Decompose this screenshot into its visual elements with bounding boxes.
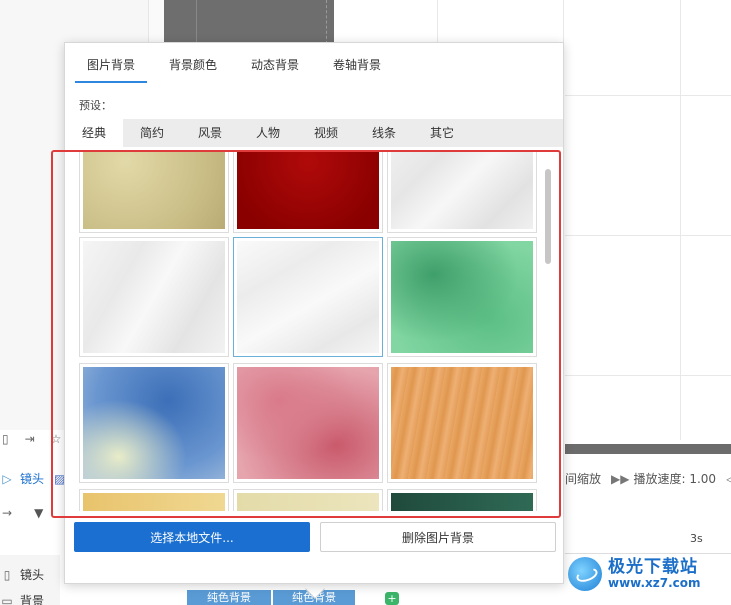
bg-icon: ▭ [1,593,13,605]
frame-icon[interactable]: ▯ [2,432,9,446]
grid-line [565,375,731,376]
thumbnail-white-polygon[interactable] [387,151,537,233]
thumbnail-green-watercolor[interactable] [387,237,537,357]
thumbnail-grid [65,151,563,511]
thumbnail-light-gray-polygon[interactable] [79,237,229,357]
delete-image-background-button[interactable]: 删除图片背景 [320,522,556,552]
speed-label[interactable]: 播放速度: 1.00 [633,470,716,487]
thumbnail-yellow-partial[interactable] [79,489,229,511]
tab-image-background[interactable]: 图片背景 [75,51,148,83]
tab-classic[interactable]: 经典 [65,119,123,147]
thumbnail-dark-red[interactable] [233,151,383,233]
camera-icon: ▯ [3,567,11,582]
watermark: 极光下载站 www.xz7.com [568,550,731,598]
watermark-logo-icon [568,557,602,591]
left-toolbar: ▯ ⇥ ☆ [2,432,61,446]
grid-scrollbar-thumb[interactable] [545,169,551,264]
pin-icon[interactable]: ☆ [51,432,62,446]
volume-icon[interactable]: ◁ [726,472,731,486]
thumbnail-beige-paper[interactable] [79,151,229,233]
tab-scroll-background[interactable]: 卷轴背景 [321,51,393,83]
thumbnail-wood-orange[interactable] [387,363,537,483]
grid-line [680,0,681,440]
thumbnail-dark-green-partial[interactable] [387,489,537,511]
add-clip-button[interactable]: + [385,592,399,605]
row-bg-label: 背景 [20,594,45,605]
preset-category-tabs: 经典 简约 风景 人物 视频 线条 其它 [65,119,563,147]
tab-people[interactable]: 人物 [239,119,297,147]
main-tabs: 图片背景 背景颜色 动态背景 卷轴背景 [75,51,403,83]
row-lens-label: 镜头 [20,472,45,486]
thumbnail-white-polygon-selected[interactable] [233,237,383,357]
camera-icon: ▷ [2,471,12,486]
timeline-scrollbar[interactable] [565,444,731,454]
timeline-row-bg[interactable]: ▭ 背景 [0,592,44,605]
preset-label: 预设： [79,99,112,112]
tab-background-color[interactable]: 背景颜色 [157,51,229,83]
tab-dynamic-background[interactable]: 动态背景 [239,51,311,83]
select-local-file-button[interactable]: 选择本地文件... [74,522,310,552]
timeline-clip[interactable]: 纯色背景 [187,590,271,605]
export-icon[interactable]: ⇥ [25,432,35,446]
background-settings-popup: 图片背景 背景颜色 动态背景 卷轴背景 预设： 经典 简约 风景 人物 视频 线… [64,42,564,584]
thumbnail-pink-watercolor[interactable] [233,363,383,483]
watermark-title: 极光下载站 [608,557,698,578]
grid-line [565,235,731,236]
tab-lines[interactable]: 线条 [355,119,413,147]
speed-icon[interactable]: ▶▶ [611,472,629,486]
timeline-row-lens[interactable]: ▷ 镜头 ▨ [0,470,65,487]
canvas-preview[interactable] [164,0,334,44]
zoom-label: 间缩放 [565,472,602,486]
tab-other[interactable]: 其它 [413,119,471,147]
timeline-row-lens2[interactable]: ▯ 镜头 [0,566,44,583]
arrow-icon[interactable]: → [2,506,12,520]
playback-controls: 间缩放 ▶▶ 播放速度: 1.00 ◁ [565,470,731,487]
thumbnail-blue-watercolor[interactable] [79,363,229,483]
filter-icon[interactable]: ▼ [34,506,43,520]
tab-simple[interactable]: 简约 [123,119,181,147]
canvas-guide-line [196,0,197,44]
time-marker: 3s [690,532,703,545]
grid-line [565,95,731,96]
tab-video[interactable]: 视频 [297,119,355,147]
watermark-url: www.xz7.com [608,575,701,590]
row-lens2-label: 镜头 [20,568,45,582]
tab-scenery[interactable]: 风景 [181,119,239,147]
thumbnail-cream-partial[interactable] [233,489,383,511]
